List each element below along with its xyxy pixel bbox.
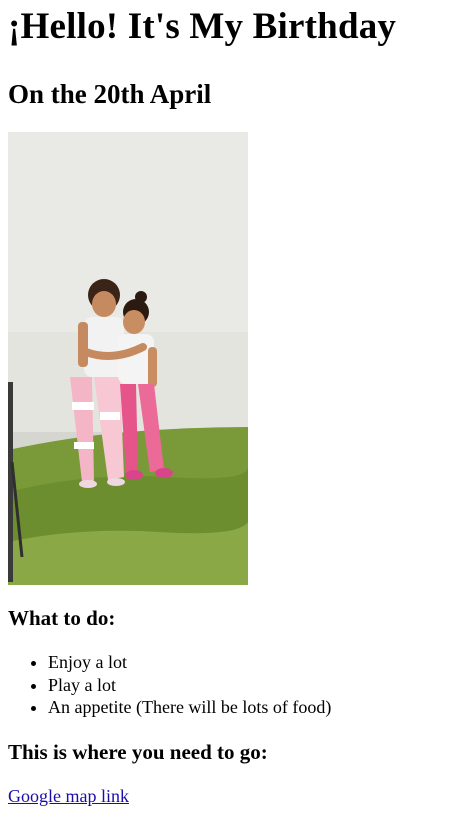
birthday-date-heading: On the 20th April <box>8 79 212 109</box>
page-content: ¡Hello! It's My Birthday On the 20th Apr… <box>0 4 457 807</box>
page-title: ¡Hello! It's My Birthday <box>8 6 397 47</box>
list-item: Play a lot <box>48 674 449 697</box>
location-heading: This is where you need to go: <box>8 739 268 764</box>
list-item: Enjoy a lot <box>48 651 449 674</box>
todo-heading: What to do: <box>8 606 116 630</box>
list-item: An appetite (There will be lots of food) <box>48 696 449 719</box>
google-map-link[interactable]: Google map link <box>8 785 129 807</box>
todo-list: Enjoy a lot Play a lot An appetite (Ther… <box>8 651 449 719</box>
birthday-photo <box>8 132 248 585</box>
